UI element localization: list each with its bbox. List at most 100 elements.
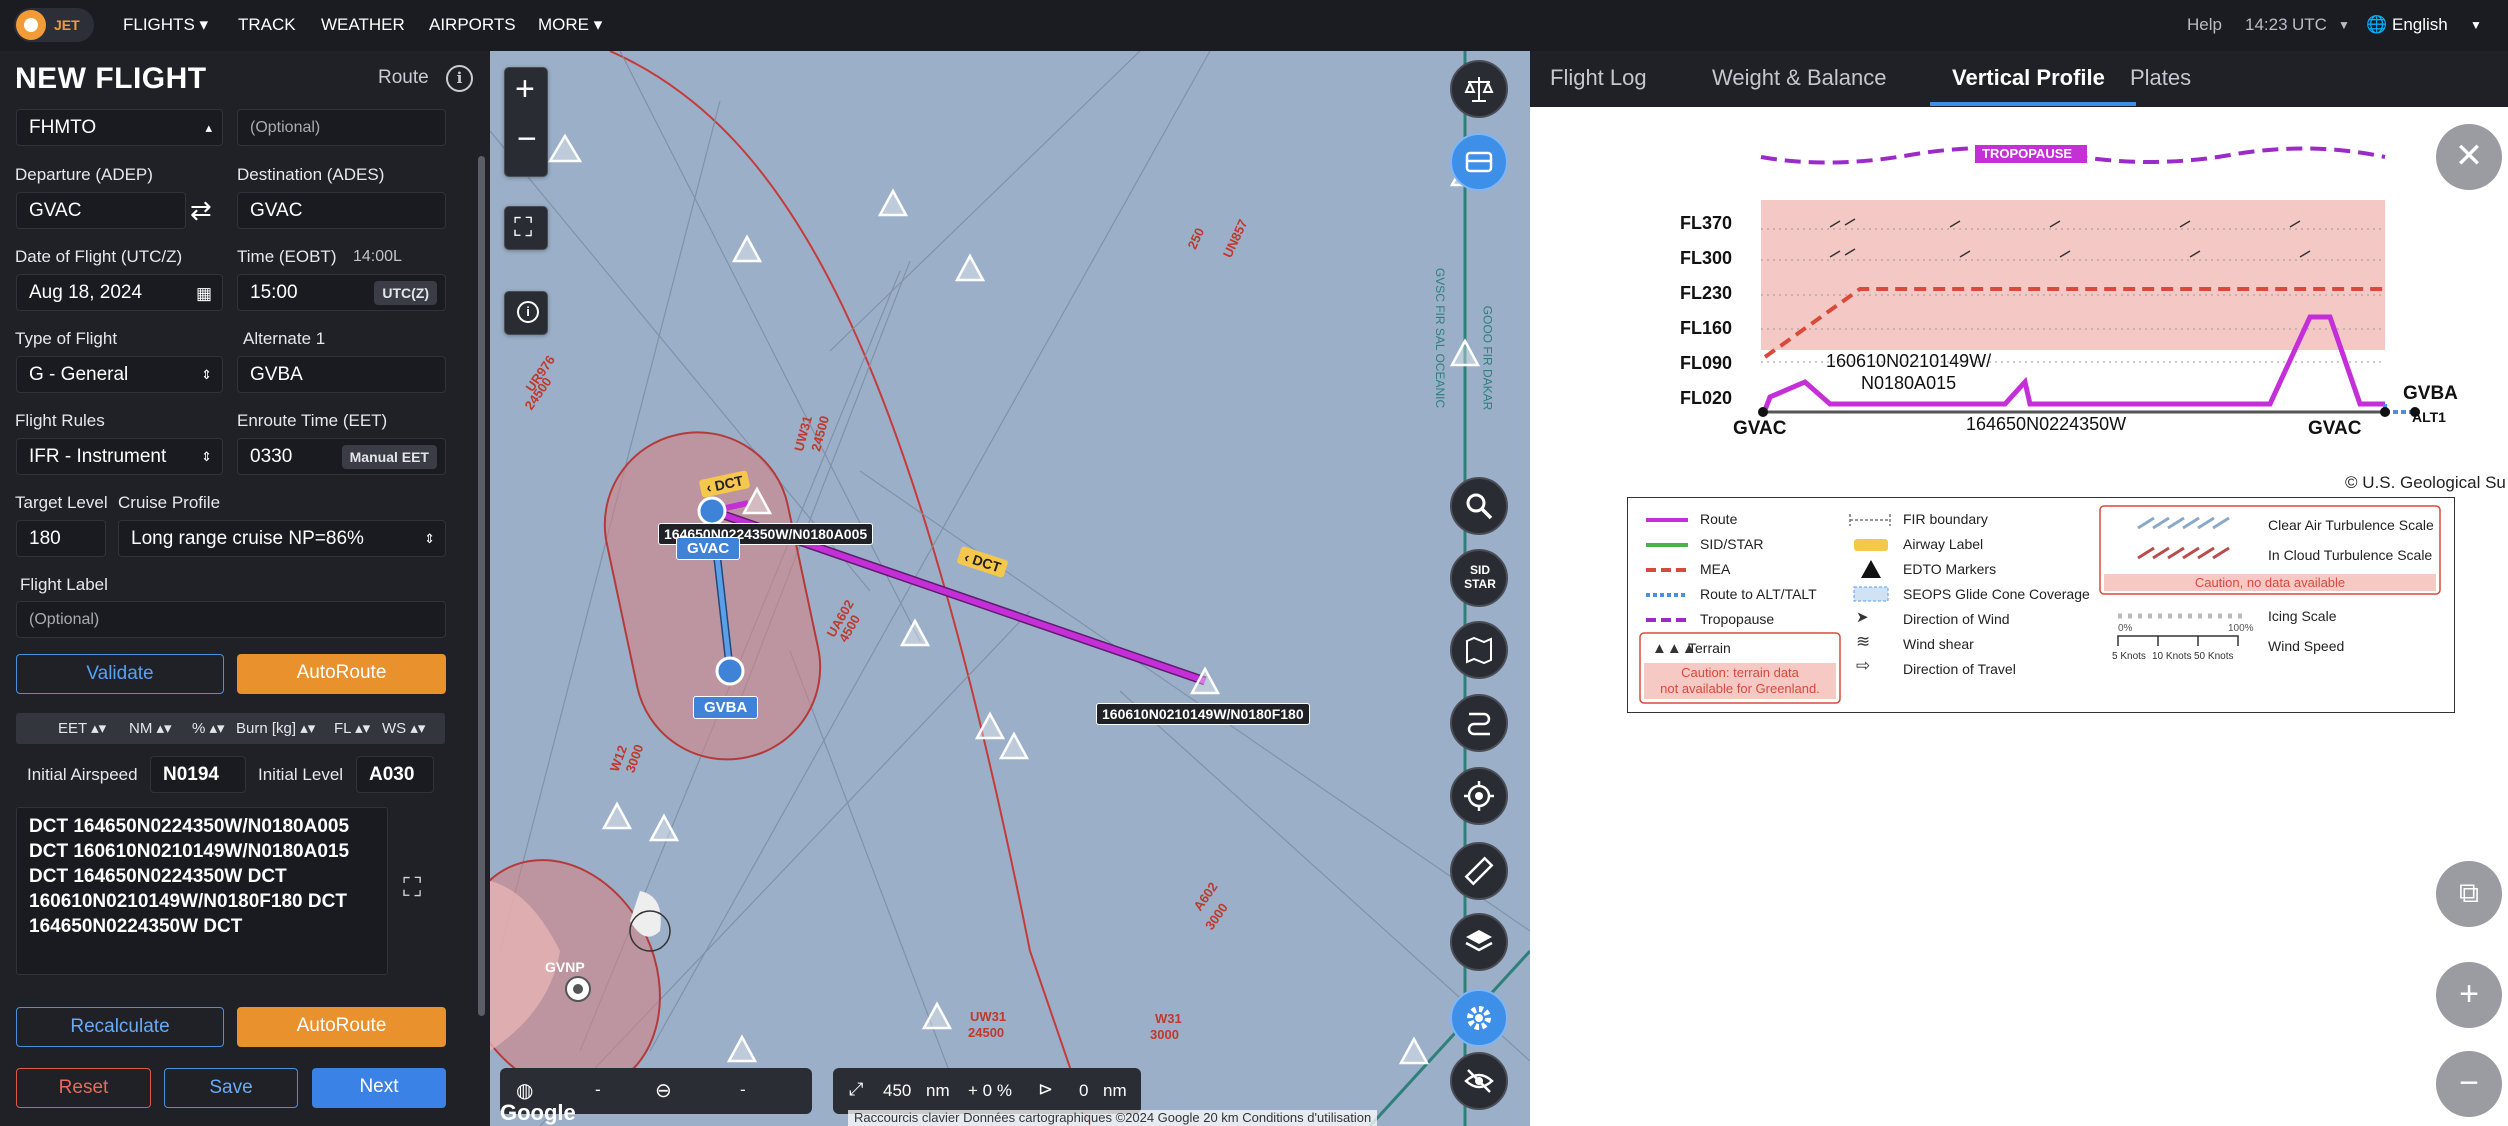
tab-weight-balance[interactable]: Weight & Balance xyxy=(1712,65,1886,91)
alternate-label: Alternate 1 xyxy=(243,329,326,348)
route-string-textarea[interactable]: DCT 164650N0224350W/N0180A005 DCT 160610… xyxy=(16,807,388,975)
col-nm[interactable]: NM ▴▾ xyxy=(129,719,172,737)
operator-optional-field[interactable]: (Optional) xyxy=(237,109,446,146)
cruise-profile-select[interactable]: Long range cruise NP=86% ⇕ xyxy=(118,520,446,557)
route-tool[interactable] xyxy=(1450,694,1508,752)
sid-star-tool[interactable]: SID STAR xyxy=(1450,549,1508,607)
popout-button[interactable]: ⧉ xyxy=(2436,861,2502,927)
calendar-icon[interactable]: ▦ xyxy=(196,276,212,311)
tab-vertical-profile[interactable]: Vertical Profile xyxy=(1952,65,2105,91)
col-eet[interactable]: EET ▴▾ xyxy=(58,719,106,737)
legend-ict: In Cloud Turbulence Scale xyxy=(2268,547,2433,563)
chevron-updown-icon: ⇕ xyxy=(424,531,435,546)
search-tool[interactable] xyxy=(1450,477,1508,535)
map-view[interactable]: UR976 24500 UW31 24500 UA602 4500 W12 30… xyxy=(490,51,1530,1126)
initial-level-input[interactable]: A030 xyxy=(356,756,434,793)
language-select[interactable]: English xyxy=(2392,15,2448,35)
zoom-in-button[interactable]: + xyxy=(2436,962,2502,1028)
flight-rules-select[interactable]: IFR - Instrument ⇕ xyxy=(16,438,223,475)
help-link[interactable]: Help xyxy=(2187,15,2222,35)
info-icon: i xyxy=(517,301,539,323)
balance-tool[interactable] xyxy=(1450,60,1508,118)
airway-label: W31 xyxy=(1155,1011,1182,1026)
map-attribution[interactable]: Raccourcis clavier Données cartographiqu… xyxy=(848,1110,1378,1126)
grid-icon[interactable]: ⊖ xyxy=(655,1078,672,1103)
next-button[interactable]: Next xyxy=(312,1068,446,1108)
ruler-tool[interactable] xyxy=(1450,842,1508,900)
autoroute-button-2[interactable]: AutoRoute xyxy=(237,1007,446,1047)
flight-log-column-header: EET ▴▾ NM ▴▾ % ▴▾ Burn [kg] ▴▾ FL ▴▾ WS … xyxy=(16,713,445,744)
flight-label-input[interactable]: (Optional) xyxy=(16,601,446,638)
col-pct[interactable]: % ▴▾ xyxy=(192,719,225,737)
eet-input[interactable]: 0330 Manual EET xyxy=(237,438,446,475)
tab-flight-log[interactable]: Flight Log xyxy=(1550,65,1647,91)
target-level-input[interactable]: 180 xyxy=(16,520,106,557)
detail-tabs: Flight Log Weight & Balance Vertical Pro… xyxy=(1530,51,2508,107)
airport-label-gvac[interactable]: GVAC xyxy=(676,537,741,560)
time-value: 15:00 xyxy=(250,282,298,303)
airway-level: 3000 xyxy=(1150,1027,1179,1042)
sid-star-label: SID STAR xyxy=(1464,563,1496,591)
chevron-down-icon[interactable]: ▼ xyxy=(2470,18,2482,32)
distance-pct: + 0 % xyxy=(968,1081,1012,1100)
nav-weather[interactable]: WEATHER xyxy=(321,15,405,35)
zoom-out-icon[interactable]: − xyxy=(517,120,537,159)
fullscreen-button[interactable]: ⛶ xyxy=(504,206,548,250)
plus-icon: + xyxy=(2459,975,2479,1013)
alternate-input[interactable]: GVBA xyxy=(237,356,446,393)
zoom-in-icon[interactable]: + xyxy=(515,70,535,109)
nav-flights[interactable]: FLIGHTS ▾ xyxy=(123,15,208,35)
weather-layer-tool[interactable] xyxy=(1450,133,1508,191)
initial-airspeed-input[interactable]: N0194 xyxy=(150,756,246,793)
settings-tool[interactable] xyxy=(1450,989,1508,1047)
visibility-tool[interactable] xyxy=(1450,1052,1508,1110)
validate-button[interactable]: Validate xyxy=(16,654,224,694)
date-input[interactable]: Aug 18, 2024 ▦ xyxy=(16,274,223,311)
nav-track[interactable]: TRACK xyxy=(238,15,296,35)
col-burn[interactable]: Burn [kg] ▴▾ xyxy=(236,719,315,737)
nav-more[interactable]: MORE ▾ xyxy=(538,15,602,35)
reset-button[interactable]: Reset xyxy=(16,1068,151,1108)
ruler-icon xyxy=(1464,856,1494,886)
zoom-out-button[interactable]: − xyxy=(2436,1051,2502,1117)
layers-tool[interactable] xyxy=(1450,913,1508,971)
time-input[interactable]: 15:00 UTC(Z) xyxy=(237,274,446,311)
app-logo[interactable]: JET xyxy=(14,8,94,42)
airport-label-gvnp[interactable]: GVNP xyxy=(545,959,585,975)
brand-label: JET xyxy=(54,17,80,33)
time-label: Time (EOBT) xyxy=(237,247,337,266)
nav-airports[interactable]: AIRPORTS xyxy=(429,15,516,35)
destination-input[interactable]: GVAC xyxy=(237,192,446,229)
airport-label-gvba[interactable]: GVBA xyxy=(693,696,759,719)
close-button[interactable]: ✕ xyxy=(2436,124,2502,190)
operator-optional-placeholder: (Optional) xyxy=(250,119,321,136)
chevron-updown-icon: ▴ xyxy=(205,120,212,135)
zoom-controls: + − xyxy=(504,67,548,177)
panel-scrollbar[interactable] xyxy=(478,156,485,1016)
recalculate-button[interactable]: Recalculate xyxy=(16,1007,224,1047)
info-icon[interactable]: i xyxy=(446,65,473,92)
locate-tool[interactable] xyxy=(1450,767,1508,825)
profile-waypoint-a: 160610N0210149W/ N0180A015 xyxy=(1826,351,1992,393)
sun-logo-icon xyxy=(16,10,46,40)
chevron-down-icon[interactable]: ▼ xyxy=(2338,18,2350,32)
swap-icon[interactable]: ⇄ xyxy=(190,195,212,226)
autoroute-button[interactable]: AutoRoute xyxy=(237,654,446,694)
type-of-flight-select[interactable]: G - General ⇕ xyxy=(16,356,223,393)
map-route-icon[interactable]: ⛶ xyxy=(403,872,421,904)
tab-plates[interactable]: Plates xyxy=(2130,65,2191,91)
timezone-select[interactable]: UTC xyxy=(2292,15,2327,35)
flight-label-placeholder: (Optional) xyxy=(29,611,100,628)
map-info-button[interactable]: i xyxy=(504,291,548,335)
waypoint-label[interactable]: 160610N0210149W/N0180F180 xyxy=(1096,703,1310,725)
departure-input[interactable]: GVAC xyxy=(16,192,186,229)
col-ws[interactable]: WS ▴▾ xyxy=(382,719,425,737)
map-type-tool[interactable] xyxy=(1450,621,1508,679)
legend-edto: EDTO Markers xyxy=(1903,561,1997,577)
fl-label: FL230 xyxy=(1680,283,1733,303)
usgs-credit: © U.S. Geological Su xyxy=(2345,473,2506,492)
operator-select[interactable]: FHMTO ▴ xyxy=(16,109,223,146)
legend-mea: MEA xyxy=(1700,561,1731,577)
col-fl[interactable]: FL ▴▾ xyxy=(334,719,370,737)
save-button[interactable]: Save xyxy=(164,1068,298,1108)
